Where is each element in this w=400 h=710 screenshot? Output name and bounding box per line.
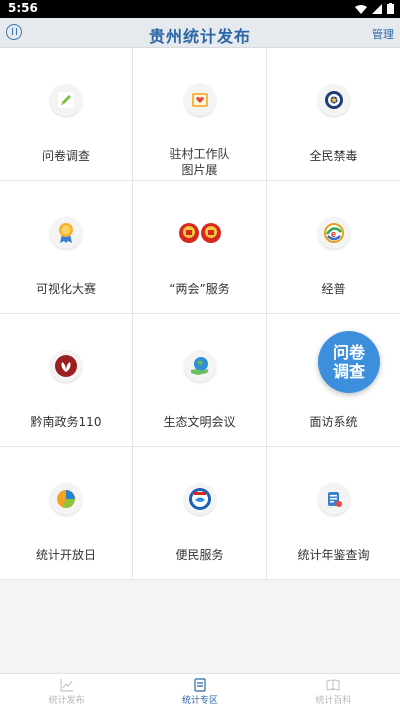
nav-item-statistics-zone[interactable]: 统计专区 — [133, 674, 266, 710]
bottom-nav: 统计发布 统计专区 统计百科 — [0, 673, 400, 710]
tile-convenience-service[interactable]: 便民服务 — [133, 447, 267, 580]
tile-label: 生态文明会议 — [163, 415, 236, 429]
national-emblem-icon — [176, 217, 223, 249]
nav-label: 统计专区 — [181, 696, 218, 706]
app-header: 贵州统计发布 管理 — [0, 18, 400, 48]
tile-anti-drug[interactable]: 全民禁毒 — [267, 48, 400, 181]
svg-text:e: e — [331, 229, 336, 239]
tile-label: 面访系统 — [309, 415, 358, 429]
tile-label: 可视化大赛 — [35, 282, 96, 296]
battery-icon — [387, 3, 394, 14]
medal-icon — [50, 217, 82, 249]
document-icon — [194, 678, 206, 692]
tile-visualization-contest[interactable]: 可视化大赛 — [0, 181, 133, 314]
tile-label: 统计开放日 — [35, 548, 96, 562]
document-search-icon — [317, 483, 350, 515]
feature-grid: 问卷调查 驻村工作队 图片展 全民禁毒 可视化大赛 “两会”服务 e 经普 黔南… — [0, 48, 400, 580]
tile-economic-census[interactable]: e 经普 — [267, 181, 400, 314]
status-icons — [355, 3, 394, 14]
empty-area — [0, 580, 400, 673]
tile-two-sessions-service[interactable]: “两会”服务 — [133, 181, 267, 314]
service-badge-icon — [183, 483, 216, 515]
status-time: 5:56 — [8, 1, 38, 15]
tile-label: 全民禁毒 — [309, 149, 358, 163]
manage-button[interactable]: 管理 — [372, 26, 394, 42]
floating-questionnaire-button[interactable]: 问卷 调查 — [318, 331, 380, 393]
status-bar: 5:56 — [0, 0, 400, 18]
nav-label: 统计发布 — [48, 696, 85, 706]
leaf-logo-icon — [50, 350, 82, 382]
tile-label: 统计年鉴查询 — [297, 548, 370, 562]
tile-label: 便民服务 — [175, 548, 224, 562]
signal-icon — [372, 3, 382, 14]
pencil-icon — [50, 84, 82, 116]
photo-album-icon — [183, 84, 216, 116]
tile-label: 问卷调查 — [41, 149, 90, 163]
pie-chart-icon — [50, 483, 82, 515]
nav-label: 统计百科 — [315, 696, 352, 706]
line-chart-icon — [60, 679, 73, 692]
tile-eco-civilization-conference[interactable]: 生态文明会议 — [133, 314, 267, 447]
earth-hand-icon — [183, 350, 216, 382]
wifi-icon — [355, 4, 367, 14]
tile-label: 驻村工作队 图片展 — [169, 147, 230, 177]
tile-statistics-open-day[interactable]: 统计开放日 — [0, 447, 133, 580]
nav-item-statistics-encyclopedia[interactable]: 统计百科 — [267, 674, 400, 710]
tile-label: 经普 — [321, 282, 346, 296]
page-title: 贵州统计发布 — [148, 27, 251, 46]
census-logo-icon: e — [317, 217, 350, 249]
tile-questionnaire[interactable]: 问卷调查 — [0, 48, 133, 181]
tile-label: “两会”服务 — [169, 282, 230, 296]
tile-yearbook-query[interactable]: 统计年鉴查询 — [267, 447, 400, 580]
nav-item-statistics-release[interactable]: 统计发布 — [0, 674, 133, 710]
tile-village-team-photos[interactable]: 驻村工作队 图片展 — [133, 48, 267, 181]
police-badge-icon — [317, 84, 350, 116]
book-icon — [326, 679, 340, 691]
tile-label: 黔南政务110 — [30, 415, 102, 429]
tile-qiannan-gov-110[interactable]: 黔南政务110 — [0, 314, 133, 447]
